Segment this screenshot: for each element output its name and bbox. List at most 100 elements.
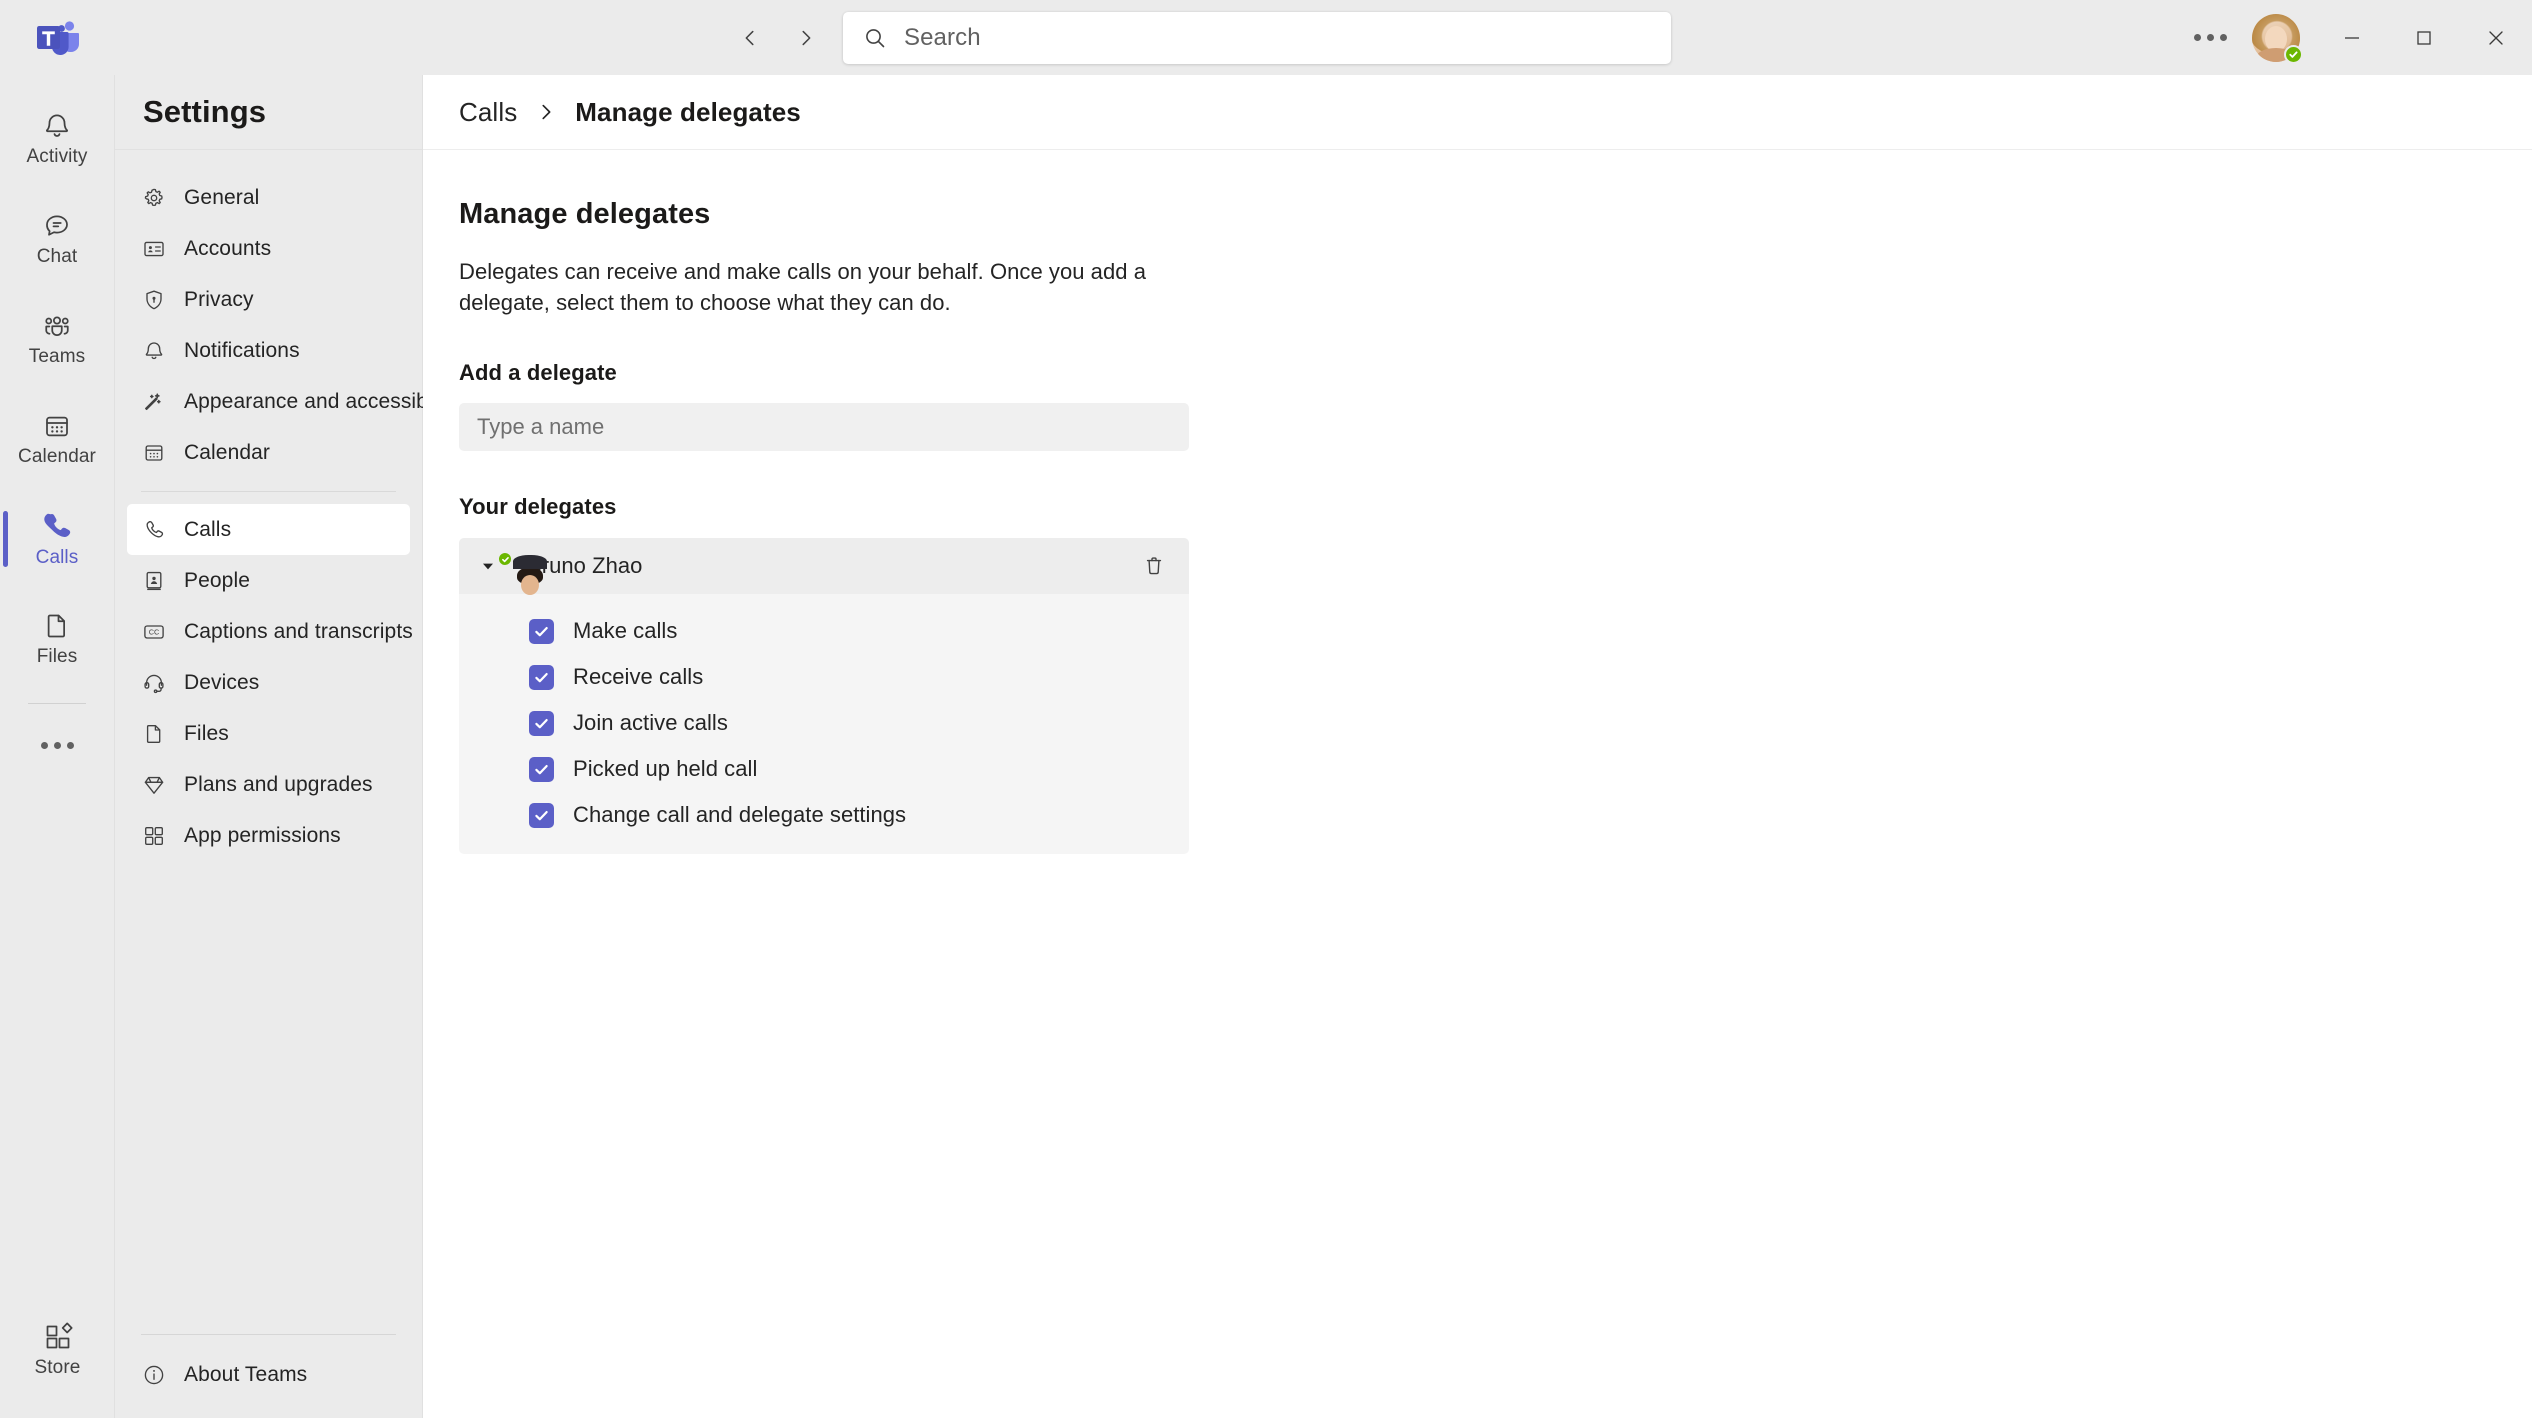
- breadcrumb: Calls Manage delegates: [423, 75, 2532, 150]
- breadcrumb-current: Manage delegates: [575, 96, 801, 127]
- file-icon: [141, 721, 167, 747]
- settings-divider: [141, 491, 396, 492]
- rail-item-label: Teams: [28, 345, 86, 367]
- settings-header: Settings: [115, 75, 422, 150]
- permission-label: Receive calls: [573, 664, 704, 690]
- permission-checkbox-checked[interactable]: [529, 756, 554, 782]
- settings-item-label: About Teams: [184, 1362, 308, 1386]
- close-button[interactable]: [2460, 0, 2532, 75]
- delegate-card: Bruno Zhao Make calls Receive calls Join…: [459, 538, 1189, 855]
- search-icon: [863, 26, 887, 50]
- breadcrumb-parent-link[interactable]: Calls: [459, 97, 517, 128]
- id-card-icon: [141, 236, 167, 262]
- check-icon: [535, 810, 548, 821]
- rail-divider: [28, 703, 86, 704]
- rail-item-calendar[interactable]: Calendar: [0, 389, 115, 489]
- settings-item-label: Accounts: [184, 236, 272, 260]
- settings-item-label: Plans and upgrades: [184, 772, 373, 796]
- navigation-controls: [727, 15, 829, 61]
- settings-item-appearance-and-accessibility[interactable]: Appearance and accessibility: [127, 376, 459, 427]
- bell-icon: [46, 114, 68, 137]
- settings-item-devices[interactable]: Devices: [127, 657, 410, 708]
- permission-row[interactable]: Picked up held call: [459, 746, 1189, 792]
- chevron-right-icon: [802, 30, 811, 45]
- bell-icon: [141, 338, 167, 364]
- minimize-button[interactable]: [2316, 0, 2388, 75]
- wand-icon: [141, 389, 167, 415]
- presence-badge-available: [497, 551, 513, 568]
- permission-label: Picked up held call: [573, 756, 758, 782]
- apps-icon: [141, 823, 167, 849]
- settings-item-label: Notifications: [184, 338, 300, 362]
- rail-item-label: Calls: [35, 546, 79, 568]
- settings-item-captions-and-transcripts[interactable]: CC Captions and transcripts: [127, 606, 413, 657]
- settings-item-label: Appearance and accessibility: [184, 389, 459, 413]
- settings-item-label: Devices: [184, 670, 260, 694]
- settings-menu: General Accounts Privacy Notifications A…: [115, 150, 459, 1334]
- settings-item-calendar[interactable]: Calendar: [127, 427, 410, 478]
- forward-button[interactable]: [783, 15, 829, 61]
- back-button[interactable]: [727, 15, 773, 61]
- chevron-right-icon: [535, 101, 557, 123]
- settings-item-label: General: [184, 185, 260, 209]
- rail-item-teams[interactable]: Teams: [0, 289, 115, 389]
- calendar-icon: [46, 416, 68, 436]
- permission-row[interactable]: Join active calls: [459, 700, 1189, 746]
- permission-label: Make calls: [573, 618, 678, 644]
- rail-item-store[interactable]: Store: [0, 1300, 115, 1400]
- shield-lock-icon: [141, 287, 167, 313]
- settings-item-privacy[interactable]: Privacy: [127, 274, 410, 325]
- rail-item-files[interactable]: Files: [0, 589, 115, 689]
- settings-item-calls[interactable]: Calls: [127, 504, 410, 555]
- permission-label: Change call and delegate settings: [573, 802, 907, 828]
- add-delegate-input[interactable]: [459, 403, 1189, 452]
- delete-delegate-button[interactable]: [1139, 551, 1169, 581]
- gear-icon: [141, 185, 167, 211]
- settings-item-files[interactable]: Files: [127, 708, 410, 759]
- permission-checkbox-checked[interactable]: [529, 710, 554, 736]
- settings-and-more-button[interactable]: [2182, 10, 2238, 66]
- permission-checkbox-checked[interactable]: [529, 664, 554, 690]
- permission-checkbox-checked[interactable]: [529, 802, 554, 828]
- settings-item-label: Calls: [184, 517, 232, 541]
- permission-row[interactable]: Make calls: [459, 608, 1189, 654]
- window-controls-zone: [2182, 0, 2532, 75]
- settings-title: Settings: [143, 94, 267, 129]
- chevron-down-icon[interactable]: [477, 555, 499, 577]
- settings-item-notifications[interactable]: Notifications: [127, 325, 410, 376]
- your-delegates-label: Your delegates: [459, 494, 617, 520]
- rail-item-activity[interactable]: Activity: [0, 89, 115, 189]
- check-icon: [2289, 50, 2298, 58]
- search-placeholder-text: Search: [904, 23, 981, 51]
- presence-badge-available: [2284, 44, 2303, 64]
- settings-item-about-teams[interactable]: About Teams: [127, 1349, 410, 1400]
- check-icon: [535, 764, 548, 775]
- account-avatar[interactable]: [2252, 13, 2303, 64]
- settings-item-general[interactable]: General: [127, 172, 410, 223]
- settings-item-accounts[interactable]: Accounts: [127, 223, 410, 274]
- rail-item-chat[interactable]: Chat: [0, 189, 115, 289]
- permission-label: Join active calls: [573, 710, 728, 736]
- settings-item-label: Captions and transcripts: [184, 619, 413, 643]
- teams-logo-icon: [36, 20, 79, 55]
- rail-item-calls[interactable]: Calls: [0, 489, 115, 589]
- settings-item-label: Calendar: [184, 440, 271, 464]
- settings-item-app-permissions[interactable]: App permissions: [127, 810, 410, 861]
- maximize-button[interactable]: [2388, 0, 2460, 75]
- ellipsis-icon: [40, 741, 74, 749]
- settings-item-plans-and-upgrades[interactable]: Plans and upgrades: [127, 759, 410, 810]
- title-bar: Search: [0, 0, 2532, 75]
- rail-item-label: Activity: [26, 145, 88, 167]
- chat-icon: [46, 215, 68, 236]
- permission-row[interactable]: Change call and delegate settings: [459, 792, 1189, 838]
- delegate-header[interactable]: Bruno Zhao: [459, 538, 1189, 596]
- closed-caption-icon: CC: [141, 619, 167, 645]
- store-icon: [46, 1322, 73, 1348]
- search-bar[interactable]: Search: [843, 11, 1671, 64]
- permission-checkbox-checked[interactable]: [529, 618, 554, 644]
- permission-row[interactable]: Receive calls: [459, 654, 1189, 700]
- diamond-icon: [141, 772, 167, 798]
- settings-item-people[interactable]: People: [127, 555, 410, 606]
- settings-item-label: Files: [184, 721, 229, 745]
- rail-more-apps-button[interactable]: [0, 710, 115, 780]
